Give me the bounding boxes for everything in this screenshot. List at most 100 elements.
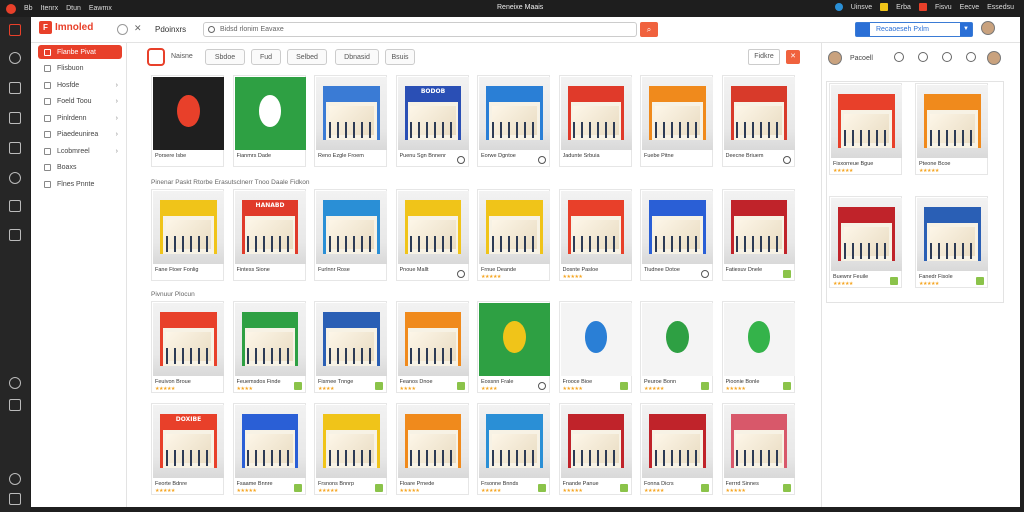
sidebar-item[interactable]: Flanbe Pivat (38, 45, 122, 59)
product-card[interactable]: BODOB Puenu Sgn Bnnenr (395, 75, 469, 167)
cart-icon[interactable] (619, 382, 628, 390)
sidebar-item[interactable]: Pinlrdenn › (38, 111, 122, 125)
toolbar-button[interactable]: Dbnasid (335, 49, 379, 65)
share-icon[interactable] (538, 156, 546, 164)
product-card[interactable]: HANABD Fintess Sione (232, 189, 306, 281)
product-card[interactable]: Peuroe Bonn ★★★★★ (640, 301, 713, 393)
product-card[interactable]: Jadunte Srbuia (558, 75, 632, 167)
tray-item[interactable]: Eecve (960, 4, 979, 11)
share-icon[interactable] (456, 270, 465, 278)
list-icon[interactable] (9, 112, 21, 124)
archive-icon[interactable] (9, 229, 21, 241)
cart-icon[interactable] (890, 277, 898, 285)
product-card[interactable]: Fuebe Pitne (640, 75, 713, 167)
home-icon[interactable] (9, 200, 21, 212)
sidebar-item[interactable]: Flisbuon (38, 62, 122, 76)
share-icon[interactable] (701, 270, 709, 278)
product-card[interactable]: Tiudnee Dotoe (640, 189, 713, 281)
folder-icon[interactable] (880, 3, 889, 11)
product-card[interactable]: Fnande Panue ★★★★★ (558, 403, 632, 495)
chat-icon[interactable] (9, 142, 21, 154)
tray-item[interactable]: Essedsu (987, 4, 1014, 11)
sidebar-item[interactable]: Piaedeunirea › (38, 128, 122, 142)
product-card[interactable]: Porsere Isbe (151, 75, 224, 167)
cart-icon[interactable] (456, 382, 465, 390)
cart-icon[interactable] (619, 484, 628, 492)
product-card[interactable]: Frooce Bioe ★★★★★ (558, 301, 632, 393)
avatar[interactable] (981, 21, 995, 35)
product-card[interactable]: Eossnn Frale ★★★★ (477, 301, 550, 393)
product-card[interactable]: Pteone Bcoe ★★★★★ (915, 83, 988, 175)
product-card[interactable]: Fane Ftoer Fonlig (151, 189, 224, 281)
home-button[interactable] (147, 48, 165, 66)
grid-icon[interactable] (9, 24, 21, 36)
product-card[interactable]: Fatiesuv Dnele (721, 189, 795, 281)
clock-icon[interactable] (9, 52, 21, 64)
sidebar-item[interactable]: Lcobmreel › (38, 144, 122, 158)
product-card[interactable]: Floare Prnede ★★★★★ (395, 403, 469, 495)
product-card[interactable]: Fonna Dicrs ★★★★★ (640, 403, 713, 495)
cart-icon[interactable] (538, 484, 546, 492)
calendar-icon[interactable] (9, 82, 21, 94)
product-card[interactable]: Frnue Deande ★★★★★ (477, 189, 550, 281)
share-icon[interactable] (456, 156, 465, 164)
toolbar-button[interactable]: Selbed (287, 49, 327, 65)
product-card[interactable]: Ferrrd Sinnes ★★★★★ (721, 403, 795, 495)
globe-icon[interactable] (834, 3, 843, 11)
cart-icon[interactable] (782, 484, 791, 492)
product-card[interactable]: Deecne Briuem (721, 75, 795, 167)
tray-item[interactable]: Erba (896, 4, 911, 11)
toolbar-button[interactable]: Sbdoe (205, 49, 245, 65)
sidebar-item[interactable]: Foeld Toou › (38, 95, 122, 109)
product-card[interactable]: Frsonne Bnnds ★★★★★ (477, 403, 550, 495)
shield-icon[interactable] (117, 24, 128, 35)
toolbar-button[interactable]: Bsuis (385, 49, 415, 65)
product-card[interactable]: Fsaame Bnnre ★★★★★ (232, 403, 306, 495)
filter-button[interactable]: Fidkre (748, 49, 780, 65)
sidebar-item[interactable]: Boaxs (38, 161, 122, 175)
search-button[interactable]: ⌕ (640, 22, 658, 37)
cart-icon[interactable] (782, 382, 791, 390)
settings-icon[interactable] (9, 172, 21, 184)
cart-icon[interactable] (375, 484, 383, 492)
account-select[interactable]: Recaoeseh Pxlm ▼ (855, 22, 973, 37)
brand[interactable]: F Imnoled (39, 21, 93, 34)
product-card[interactable]: Dosnte Pasloe ★★★★★ (558, 189, 632, 281)
exit-icon[interactable] (9, 493, 21, 505)
star-icon[interactable] (894, 52, 904, 62)
product-card[interactable]: Pioonie Bonle ★★★★★ (721, 301, 795, 393)
sidebar-item[interactable]: Flnes Pnnte (38, 177, 122, 191)
product-card[interactable]: Furlnnr Rose (314, 189, 387, 281)
close-icon[interactable]: ✕ (134, 23, 145, 34)
chat-icon[interactable] (942, 52, 952, 62)
product-card[interactable]: Feuivon Broue ★★★★★ (151, 301, 224, 393)
cart-icon[interactable] (293, 382, 302, 390)
cart-icon[interactable] (782, 270, 791, 278)
cart-icon[interactable] (701, 484, 709, 492)
cart-icon[interactable] (701, 382, 709, 390)
tray-item[interactable]: Fisvu (935, 4, 952, 11)
help-icon[interactable] (9, 377, 21, 389)
bell-icon[interactable] (918, 3, 927, 11)
share-icon[interactable] (966, 52, 976, 62)
product-card[interactable]: Buewnr Feuile ★★★★★ (829, 196, 902, 288)
product-card[interactable]: Fianmrs Dade (232, 75, 306, 167)
avatar[interactable] (828, 51, 842, 65)
close-icon[interactable]: ✕ (786, 50, 800, 64)
product-card[interactable]: DOXIBE Feorte Bdnre ★★★★★ (151, 403, 224, 495)
search-input[interactable]: Bidsd rlonim Eavaxe (203, 22, 637, 37)
share-icon[interactable] (782, 156, 791, 164)
share-icon[interactable] (538, 382, 546, 390)
product-card[interactable]: Feanos Dnoe ★★★★ (395, 301, 469, 393)
product-card[interactable]: Fisrnee Tnnge ★★★★ (314, 301, 387, 393)
product-card[interactable]: Pnoue Mallt (395, 189, 469, 281)
chevron-down-icon[interactable]: ▼ (960, 23, 972, 36)
product-card[interactable]: Frsnons Bnnrp ★★★★★ (314, 403, 387, 495)
product-card[interactable]: Reno Ezgle Froem (314, 75, 387, 167)
plus-icon[interactable] (918, 52, 928, 62)
product-card[interactable]: Fanedr Fisole ★★★★★ (915, 196, 988, 288)
power-icon[interactable] (9, 473, 21, 485)
menu-item[interactable]: Bb (24, 5, 33, 12)
product-card[interactable]: Fisxorreue Bgue ★★★★★ (829, 83, 902, 175)
cart-icon[interactable] (375, 382, 383, 390)
